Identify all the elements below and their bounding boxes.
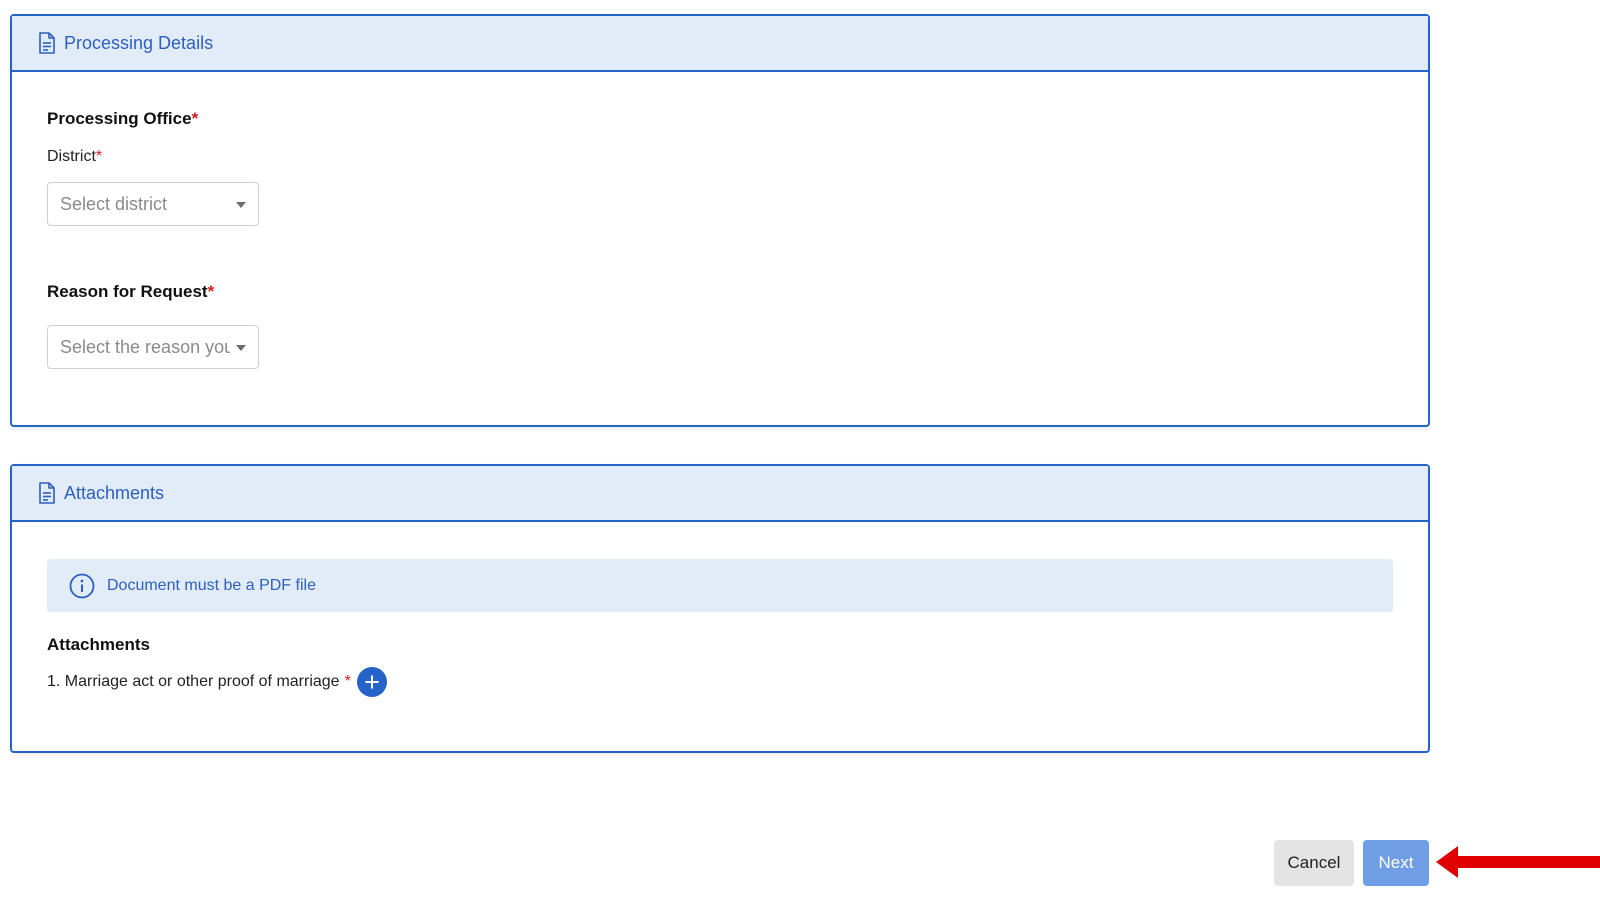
pdf-info-alert: Document must be a PDF file [47, 559, 1393, 612]
attachments-title: Attachments [64, 482, 165, 503]
attachment-item-label: 1. Marriage act or other proof of marria… [47, 673, 340, 690]
plus-icon [365, 675, 379, 689]
caret-down-icon [236, 345, 246, 351]
attachments-header: Attachments [12, 466, 1428, 522]
required-marker: * [344, 673, 351, 690]
reason-select[interactable]: Select the reason you [47, 325, 259, 369]
district-select[interactable]: Select district [47, 182, 259, 226]
district-label: District* [47, 148, 102, 166]
info-text: Document must be a PDF file [107, 576, 316, 594]
processing-details-card: Processing Details Processing Office* Di… [10, 14, 1430, 427]
required-marker: * [191, 109, 199, 128]
attachments-section-label: Attachments [47, 635, 150, 654]
add-attachment-button[interactable] [356, 667, 387, 697]
processing-details-title: Processing Details [64, 32, 214, 53]
attachment-item: 1. Marriage act or other proof of marria… [47, 667, 387, 697]
required-marker: * [95, 148, 103, 165]
red-arrow-icon [1436, 846, 1600, 878]
cancel-button[interactable]: Cancel [1274, 840, 1354, 886]
required-marker: * [207, 282, 215, 301]
reason-label-text: Reason for Request [47, 282, 208, 301]
reason-for-request-label: Reason for Request* [47, 282, 214, 302]
district-select-placeholder: Select district [60, 193, 168, 214]
processing-details-header: Processing Details [12, 16, 1428, 72]
info-icon [69, 573, 95, 599]
document-icon [38, 32, 56, 54]
reason-select-placeholder: Select the reason you [60, 336, 230, 357]
next-button[interactable]: Next [1363, 840, 1429, 886]
page: Processing Details Processing Office* Di… [0, 0, 1600, 917]
district-label-text: District [47, 148, 96, 165]
caret-down-icon [236, 202, 246, 208]
processing-office-label: Processing Office* [47, 109, 198, 129]
attachments-card: Attachments Document must be a PDF file … [10, 464, 1430, 753]
document-icon [38, 482, 56, 504]
processing-office-text: Processing Office [47, 109, 192, 128]
